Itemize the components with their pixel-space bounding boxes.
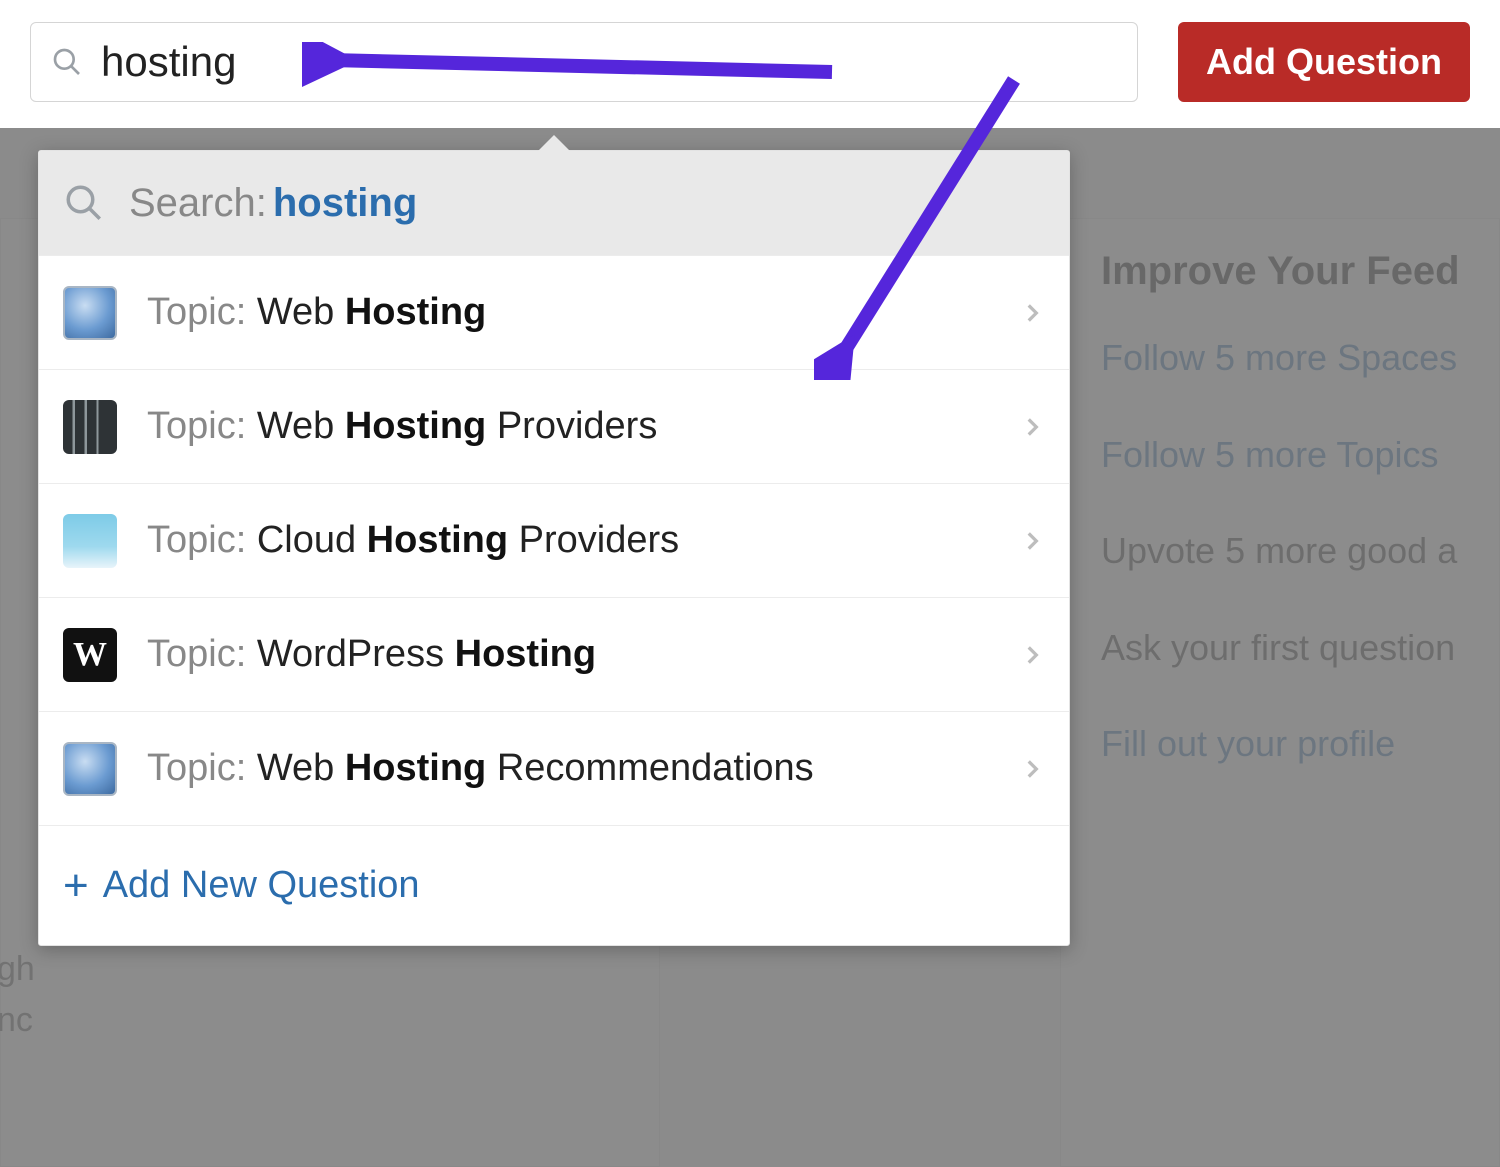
search-icon bbox=[63, 182, 105, 224]
chevron-right-icon bbox=[1019, 300, 1045, 326]
search-input[interactable] bbox=[101, 38, 1117, 86]
add-new-question-link[interactable]: + Add New Question bbox=[39, 825, 1069, 945]
search-icon bbox=[51, 46, 83, 78]
add-question-button[interactable]: Add Question bbox=[1178, 22, 1470, 102]
dropdown-item-label: Topic: Web Hosting Recommendations bbox=[147, 747, 1019, 790]
dropdown-topic-item[interactable]: W Topic: WordPress Hosting bbox=[39, 597, 1069, 711]
search-box[interactable] bbox=[30, 22, 1138, 102]
dropdown-topic-item[interactable]: Topic: Cloud Hosting Providers bbox=[39, 483, 1069, 597]
dropdown-item-label: Topic: Web Hosting Providers bbox=[147, 405, 1019, 448]
dropdown-item-label: Topic: Cloud Hosting Providers bbox=[147, 519, 1019, 562]
dropdown-search-prefix: Search: bbox=[129, 181, 267, 226]
dropdown-topic-item[interactable]: Topic: Web Hosting Recommendations bbox=[39, 711, 1069, 825]
dropdown-search-row[interactable]: Search: hosting bbox=[39, 151, 1069, 255]
cloud-icon bbox=[63, 514, 117, 568]
add-new-question-label: Add New Question bbox=[103, 864, 420, 907]
top-bar: Add Question bbox=[0, 0, 1500, 128]
dropdown-item-label: Topic: Web Hosting bbox=[147, 291, 1019, 334]
servers-icon bbox=[63, 400, 117, 454]
chevron-right-icon bbox=[1019, 756, 1045, 782]
plus-icon: + bbox=[63, 861, 89, 911]
wordpress-icon: W bbox=[63, 628, 117, 682]
globe-icon bbox=[63, 742, 117, 796]
search-autocomplete-dropdown: Search: hosting Topic: Web Hosting Topic… bbox=[38, 150, 1070, 946]
globe-icon bbox=[63, 286, 117, 340]
dropdown-item-label: Topic: WordPress Hosting bbox=[147, 633, 1019, 676]
chevron-right-icon bbox=[1019, 642, 1045, 668]
dropdown-topic-item[interactable]: Topic: Web Hosting Providers bbox=[39, 369, 1069, 483]
chevron-right-icon bbox=[1019, 414, 1045, 440]
chevron-right-icon bbox=[1019, 528, 1045, 554]
dropdown-topic-item[interactable]: Topic: Web Hosting bbox=[39, 255, 1069, 369]
dropdown-search-term: hosting bbox=[273, 181, 417, 226]
